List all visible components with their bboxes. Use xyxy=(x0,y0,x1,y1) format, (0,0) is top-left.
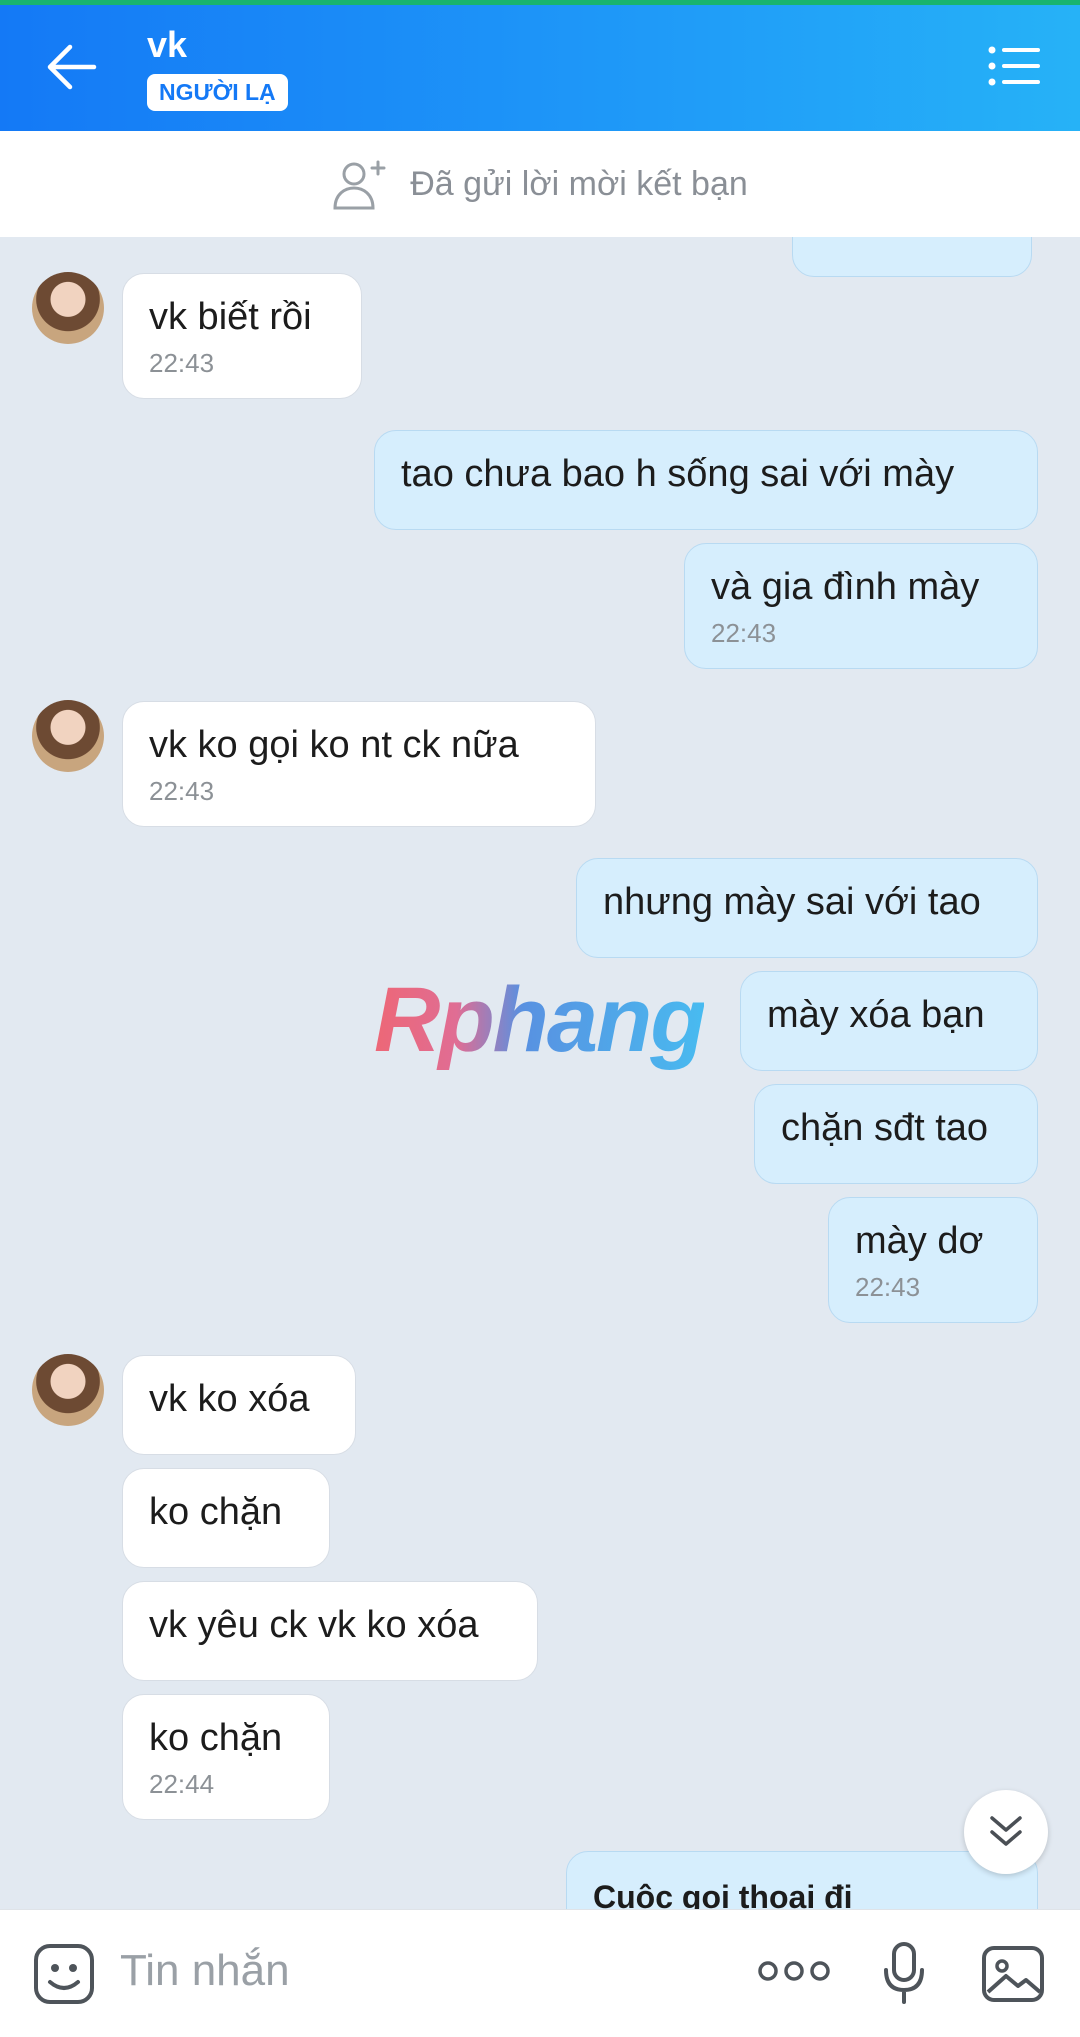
chat-area[interactable]: vk biết rồi 22:43 tao chưa bao h sống sa… xyxy=(0,237,1080,1909)
more-dots-icon[interactable] xyxy=(758,1956,830,1986)
friend-request-text: Đã gửi lời mời kết bạn xyxy=(410,164,748,203)
message-bubble[interactable]: chặn sđt tao xyxy=(754,1084,1038,1184)
message-bubble[interactable]: ko chặn xyxy=(122,1468,330,1568)
message-bubble[interactable]: mày dơ 22:43 xyxy=(828,1197,1038,1323)
message-text: tao chưa bao h sống sai với mày xyxy=(401,453,955,495)
message-time: 22:43 xyxy=(149,348,215,378)
microphone-icon[interactable] xyxy=(880,1940,928,2006)
message-bubble[interactable]: vk yêu ck vk ko xóa xyxy=(122,1581,538,1681)
double-chevron-down-icon xyxy=(990,1816,1022,1846)
message-bubble[interactable] xyxy=(792,237,1032,277)
message-time: 22:44 xyxy=(149,1769,215,1799)
image-icon[interactable] xyxy=(980,1944,1046,2004)
status-strip xyxy=(0,0,1080,5)
sticker-icon[interactable] xyxy=(32,1942,96,2006)
message-time: 22:43 xyxy=(855,1272,921,1302)
message-text: ko chặn xyxy=(149,1717,283,1759)
message-text: nhưng mày sai với tao xyxy=(603,881,981,923)
arrow-left-icon xyxy=(47,44,97,90)
avatar[interactable] xyxy=(32,700,104,772)
scroll-down-button[interactable] xyxy=(964,1790,1048,1874)
back-button[interactable] xyxy=(44,42,100,92)
message-bubble[interactable]: vk ko xóa xyxy=(122,1355,356,1455)
menu-button[interactable] xyxy=(988,44,1042,88)
message-text: chặn sđt tao xyxy=(781,1107,989,1149)
message-text: vk biết rồi xyxy=(149,296,312,338)
message-text: vk yêu ck vk ko xóa xyxy=(149,1604,479,1646)
message-time: 22:43 xyxy=(711,618,777,648)
chat-header: vk NGƯỜI LẠ xyxy=(0,0,1080,131)
message-input[interactable]: Tin nhắn xyxy=(120,1946,290,1996)
add-person-icon xyxy=(333,160,386,210)
watermark-logo: Rphang xyxy=(374,969,706,1071)
message-bubble[interactable]: tao chưa bao h sống sai với mày xyxy=(374,430,1038,530)
avatar[interactable] xyxy=(32,272,104,344)
list-menu-icon xyxy=(988,46,1040,86)
message-input-bar: Tin nhắn xyxy=(0,1909,1080,2037)
message-bubble[interactable]: và gia đình mày 22:43 xyxy=(684,543,1038,669)
call-message-text: Cuộc gọi thoại đi xyxy=(593,1879,853,1909)
message-text: vk ko xóa xyxy=(149,1378,310,1420)
message-text: mày xóa bạn xyxy=(767,994,985,1036)
message-bubble[interactable]: nhưng mày sai với tao xyxy=(576,858,1038,958)
message-bubble[interactable]: ko chặn 22:44 xyxy=(122,1694,330,1820)
stranger-badge: NGƯỜI LẠ xyxy=(147,74,288,111)
contact-name[interactable]: vk xyxy=(147,24,187,66)
message-bubble[interactable]: vk biết rồi 22:43 xyxy=(122,273,362,399)
friend-request-bar: Đã gửi lời mời kết bạn xyxy=(0,131,1080,237)
message-text: vk ko gọi ko nt ck nữa xyxy=(149,724,519,766)
message-text: và gia đình mày xyxy=(711,566,980,608)
message-time: 22:43 xyxy=(149,776,215,806)
message-bubble[interactable]: vk ko gọi ko nt ck nữa 22:43 xyxy=(122,701,596,827)
call-message-bubble[interactable]: Cuộc gọi thoại đi xyxy=(566,1851,1038,1909)
message-bubble[interactable]: mày xóa bạn xyxy=(740,971,1038,1071)
message-text: ko chặn xyxy=(149,1491,283,1533)
message-text: mày dơ xyxy=(855,1220,984,1262)
avatar[interactable] xyxy=(32,1354,104,1426)
